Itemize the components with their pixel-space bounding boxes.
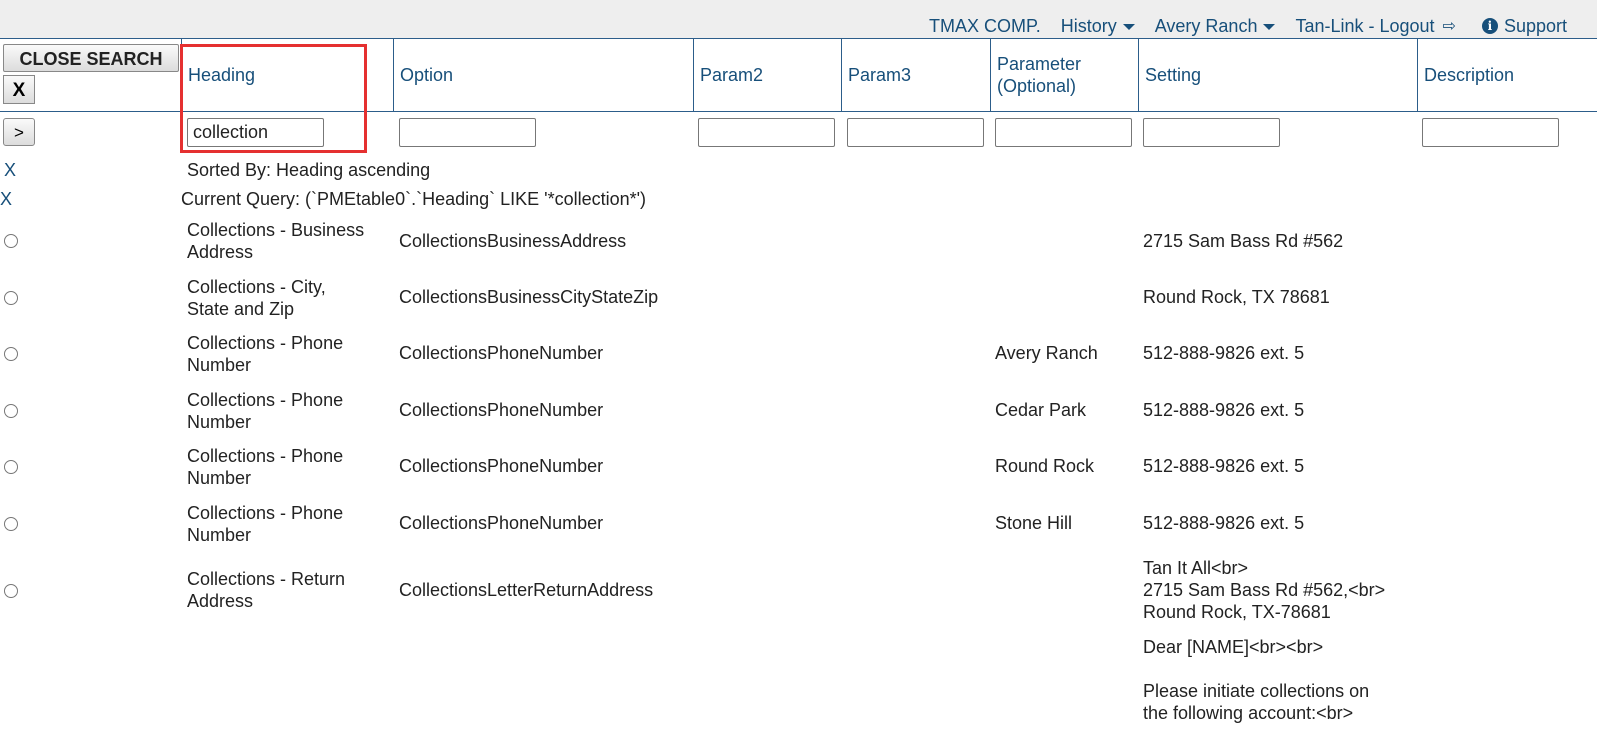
history-menu[interactable]: History bbox=[1061, 16, 1135, 37]
parameter-filter-input[interactable] bbox=[995, 118, 1132, 147]
logout-link[interactable]: Tan-Link - Logout ⇨ bbox=[1295, 16, 1456, 37]
option-cell: CollectionsLetterReturnAddress bbox=[399, 580, 654, 600]
row-select-radio[interactable] bbox=[4, 291, 18, 305]
heading-cell: Collections - City, State and Zip bbox=[187, 277, 326, 319]
chevron-down-icon bbox=[1122, 24, 1135, 30]
chevron-down-icon bbox=[1263, 24, 1276, 30]
heading-cell: Collections - Phone Number bbox=[187, 503, 344, 545]
table-row[interactable]: Collections - Business Address Collectio… bbox=[0, 218, 1597, 264]
table-row[interactable]: Dear [NAME]<br><br> Please initiate coll… bbox=[0, 636, 1597, 734]
setting-cell: Round Rock, TX 78681 bbox=[1143, 287, 1330, 307]
column-description[interactable]: Description bbox=[1417, 39, 1597, 111]
option-cell: CollectionsPhoneNumber bbox=[399, 400, 604, 420]
option-cell: CollectionsBusinessCityStateZip bbox=[399, 287, 659, 307]
row-select-radio[interactable] bbox=[4, 404, 18, 418]
top-bar: TMAX COMP. History Avery Ranch Tan-Link … bbox=[0, 0, 1597, 39]
option-cell: CollectionsPhoneNumber bbox=[399, 456, 604, 476]
heading-filter-input[interactable] bbox=[187, 118, 324, 147]
logout-label: Tan-Link - Logout bbox=[1295, 15, 1435, 36]
clear-button[interactable]: X bbox=[3, 75, 35, 104]
location-label: Avery Ranch bbox=[1154, 15, 1258, 36]
setting-cell: 512-888-9826 ext. 5 bbox=[1143, 513, 1305, 533]
table-row[interactable]: Collections - Phone Number CollectionsPh… bbox=[0, 501, 1597, 547]
info-icon: i bbox=[1481, 18, 1498, 34]
column-param2[interactable]: Param2 bbox=[693, 39, 842, 111]
history-label: History bbox=[1060, 15, 1117, 36]
clear-query-link[interactable]: X bbox=[0, 189, 12, 210]
table-row[interactable]: Collections - Return Address Collections… bbox=[0, 557, 1597, 627]
setting-cell: 512-888-9826 ext. 5 bbox=[1143, 343, 1305, 363]
table-row[interactable]: Collections - Phone Number CollectionsPh… bbox=[0, 444, 1597, 490]
heading-cell: Collections - Phone Number bbox=[187, 333, 344, 375]
support-label: Support bbox=[1503, 15, 1567, 36]
heading-cell: Collections - Return Address bbox=[187, 569, 346, 611]
close-search-button[interactable]: CLOSE SEARCH bbox=[3, 44, 179, 72]
column-option[interactable]: Option bbox=[393, 39, 694, 111]
setting-cell: Tan It All<br> 2715 Sam Bass Rd #562,<br… bbox=[1143, 558, 1386, 622]
sorted-by-text: Sorted By: Heading ascending bbox=[187, 160, 431, 180]
column-param3[interactable]: Param3 bbox=[841, 39, 990, 111]
location-menu[interactable]: Avery Ranch bbox=[1155, 16, 1276, 37]
setting-cell: 512-888-9826 ext. 5 bbox=[1143, 400, 1305, 420]
option-cell: CollectionsPhoneNumber bbox=[399, 343, 604, 363]
description-filter-input[interactable] bbox=[1422, 118, 1559, 147]
row-select-radio[interactable] bbox=[4, 460, 18, 474]
parameter-cell: Stone Hill bbox=[995, 513, 1073, 533]
setting-cell: 2715 Sam Bass Rd #562 bbox=[1143, 231, 1344, 251]
heading-cell: Collections - Business Address bbox=[187, 220, 365, 262]
heading-cell: Collections - Phone Number bbox=[187, 446, 344, 488]
company-link[interactable]: TMAX COMP. bbox=[929, 16, 1041, 37]
setting-filter-input[interactable] bbox=[1143, 118, 1280, 147]
column-setting[interactable]: Setting bbox=[1138, 39, 1418, 111]
param3-filter-input[interactable] bbox=[847, 118, 984, 147]
current-query-text: Current Query: (`PMEtable0`.`Heading` LI… bbox=[181, 189, 647, 209]
column-parameter-optional[interactable]: Parameter (Optional) bbox=[990, 39, 1139, 111]
parameter-cell: Cedar Park bbox=[995, 400, 1087, 420]
table-header: Heading Option Param2 Param3 Parameter (… bbox=[0, 38, 1597, 112]
row-select-radio[interactable] bbox=[4, 347, 18, 361]
parameter-cell: Round Rock bbox=[995, 456, 1095, 476]
logout-icon: ⇨ bbox=[1442, 18, 1456, 35]
table-row[interactable]: Collections - City, State and Zip Collec… bbox=[0, 275, 1597, 321]
top-nav: TMAX COMP. History Avery Ranch Tan-Link … bbox=[909, 15, 1567, 37]
clear-sort-link[interactable]: X bbox=[4, 160, 16, 181]
option-filter-input[interactable] bbox=[399, 118, 536, 147]
apply-filter-button[interactable]: > bbox=[3, 118, 35, 146]
setting-cell: Dear [NAME]<br><br> Please initiate coll… bbox=[1143, 637, 1370, 723]
option-cell: CollectionsPhoneNumber bbox=[399, 513, 604, 533]
support-link[interactable]: i Support bbox=[1481, 15, 1567, 37]
table-row[interactable]: Collections - Phone Number CollectionsPh… bbox=[0, 331, 1597, 377]
option-cell: CollectionsBusinessAddress bbox=[399, 231, 627, 251]
column-heading[interactable]: Heading bbox=[181, 39, 394, 111]
row-select-radio[interactable] bbox=[4, 584, 18, 598]
param2-filter-input[interactable] bbox=[698, 118, 835, 147]
parameter-cell: Avery Ranch bbox=[995, 343, 1098, 363]
row-select-radio[interactable] bbox=[4, 234, 18, 248]
setting-cell: 512-888-9826 ext. 5 bbox=[1143, 456, 1305, 476]
table-row[interactable]: Collections - Phone Number CollectionsPh… bbox=[0, 388, 1597, 434]
heading-cell: Collections - Phone Number bbox=[187, 390, 344, 432]
row-select-radio[interactable] bbox=[4, 517, 18, 531]
